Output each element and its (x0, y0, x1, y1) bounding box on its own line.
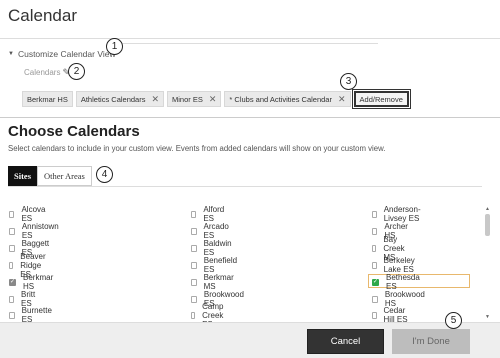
checkbox[interactable] (191, 244, 197, 252)
list-item[interactable]: Burnette ES (9, 306, 53, 324)
checkbox[interactable] (9, 227, 15, 235)
selected-calendars: Berkmar HS Athletics Calendars ✕ Minor E… (22, 89, 411, 109)
chip-label: * Clubs and Activities Calendar (229, 94, 332, 104)
calendar-chip: Minor ES ✕ (167, 91, 222, 107)
item-label: Benefield ES (203, 256, 238, 274)
calendar-tabs: Sites Other Areas (8, 166, 92, 186)
list-item[interactable]: Berkeley Lake ES (372, 256, 417, 274)
item-label: Berkmar HS (23, 273, 54, 291)
scroll-up-icon[interactable]: ▲ (484, 206, 491, 212)
done-button[interactable]: I'm Done (392, 329, 470, 354)
list-item[interactable]: Baldwin ES (191, 239, 233, 257)
list-item[interactable]: Anderson-Livsey ES (372, 205, 423, 223)
divider (8, 186, 482, 187)
callout-marker: 1 (106, 38, 123, 55)
calendar-chip: Berkmar HS (22, 91, 73, 107)
triangle-down-icon: ▼ (8, 51, 14, 57)
item-label: Anderson-Livsey ES (383, 205, 421, 223)
list-item[interactable]: Bay Creek MS (372, 235, 407, 262)
item-label: Arcado ES (203, 222, 229, 240)
chip-label: Berkmar HS (27, 94, 68, 104)
item-label: Bethesda ES (386, 273, 420, 291)
close-icon[interactable]: ✕ (151, 94, 159, 105)
list-item[interactable]: Cedar Hill ES (372, 306, 408, 324)
section-description: Select calendars to include in your cust… (8, 144, 386, 153)
list-item[interactable]: Alford ES (191, 205, 226, 223)
list-item[interactable]: Arcado ES (191, 222, 230, 240)
chip-label: Athletics Calendars (80, 94, 146, 104)
item-label: Berkmar MS (203, 273, 234, 291)
checkbox[interactable] (9, 244, 15, 252)
item-label: Annistown ES (21, 222, 59, 240)
calendars-label: Calendars (24, 68, 61, 77)
list-item[interactable]: Berkmar MS (191, 273, 235, 291)
page-title: Calendar (8, 6, 77, 25)
checkbox[interactable] (372, 210, 377, 218)
list-item[interactable]: ✓ Berkmar HS (9, 273, 54, 291)
checkbox[interactable]: ✓ (372, 278, 379, 286)
checkbox[interactable] (372, 244, 377, 252)
list-item[interactable]: Annistown ES (9, 222, 60, 240)
divider (0, 38, 500, 39)
item-label: Baldwin ES (203, 239, 232, 257)
title-bar: Calendar (0, 0, 500, 38)
checkbox[interactable] (191, 295, 197, 303)
add-remove-button[interactable]: Add/Remove (351, 89, 411, 109)
checkbox[interactable] (191, 278, 197, 286)
section-title: Choose Calendars (8, 123, 140, 140)
checkbox[interactable] (372, 295, 378, 303)
list-item[interactable]: Beaver Ridge ES (9, 252, 48, 279)
checkmark-icon: ✓ (9, 278, 16, 285)
item-label: Berkeley Lake ES (383, 256, 415, 274)
scrollbar[interactable]: ▲ ▼ (483, 206, 492, 320)
close-icon[interactable]: ✕ (209, 94, 217, 105)
list-item[interactable]: Brookwood HS (372, 290, 426, 308)
cancel-button[interactable]: Cancel (307, 329, 384, 354)
checkmark-icon: ✓ (372, 278, 379, 285)
checkbox[interactable] (191, 227, 197, 235)
list-item[interactable]: Benefield ES (191, 256, 238, 274)
checkbox[interactable] (9, 295, 14, 303)
chip-label: Minor ES (172, 94, 203, 104)
checkbox[interactable] (372, 261, 377, 269)
list-item[interactable]: Alcova ES (9, 205, 47, 223)
checkbox[interactable] (191, 311, 196, 319)
divider (0, 117, 500, 118)
tab-other-areas[interactable]: Other Areas (37, 166, 92, 186)
checkbox[interactable] (372, 227, 378, 235)
item-label: Alcova ES (21, 205, 46, 223)
checkbox[interactable] (9, 210, 15, 218)
checkbox[interactable] (372, 311, 377, 319)
customize-toggle[interactable]: ▼ Customize Calendar View (8, 47, 116, 61)
calendar-chip: * Clubs and Activities Calendar ✕ (224, 91, 351, 107)
checkbox[interactable] (191, 261, 197, 269)
checkbox[interactable] (191, 210, 197, 218)
calendar-chip: Athletics Calendars ✕ (75, 91, 165, 107)
item-label: Alford ES (203, 205, 225, 223)
callout-marker: 2 (68, 63, 85, 80)
customize-toggle-label: Customize Calendar View (17, 49, 116, 59)
checkbox: ✓ (9, 278, 16, 286)
callout-marker: 3 (340, 73, 357, 90)
list-item[interactable]: Camp Creek ES (191, 302, 226, 329)
callout-marker: 4 (96, 166, 113, 183)
scrollbar-thumb[interactable] (485, 214, 490, 236)
calendars-label-row: Calendars ✎ (24, 67, 70, 78)
scroll-down-icon[interactable]: ▼ (484, 314, 491, 320)
list-item[interactable]: ✓ Bethesda ES (372, 273, 420, 291)
list-item[interactable]: Britt ES (9, 290, 37, 308)
divider (108, 43, 378, 44)
callout-marker: 5 (445, 312, 462, 329)
tab-sites[interactable]: Sites (8, 166, 37, 186)
checkbox[interactable] (9, 311, 15, 319)
close-icon[interactable]: ✕ (338, 94, 346, 105)
checkbox[interactable] (9, 261, 14, 269)
